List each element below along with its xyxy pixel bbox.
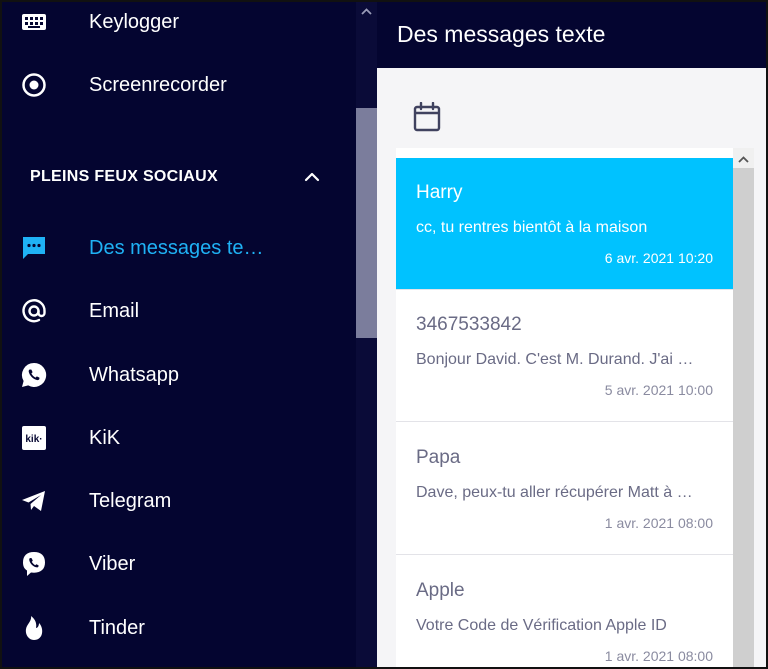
sidebar-item-label: Screenrecorder bbox=[89, 73, 227, 96]
sidebar-item-label: Keylogger bbox=[89, 10, 180, 33]
sidebar-scrollbar[interactable] bbox=[356, 0, 377, 669]
sidebar-item-label: Email bbox=[89, 299, 140, 322]
sidebar-item-viber[interactable]: Viber bbox=[0, 540, 356, 588]
sidebar-item-label: Des messages te… bbox=[89, 236, 264, 259]
scroll-up-icon[interactable] bbox=[360, 4, 373, 15]
sidebar-item-keylogger[interactable]: Keylogger bbox=[0, 0, 356, 46]
message-item[interactable]: Harry cc, tu rentres bientôt à la maison… bbox=[396, 158, 733, 290]
message-sender: 3467533842 bbox=[416, 314, 522, 335]
message-list: Harry cc, tu rentres bientôt à la maison… bbox=[396, 148, 754, 669]
message-item[interactable]: 3467533842 Bonjour David. C'est M. Duran… bbox=[396, 290, 733, 422]
message-icon bbox=[20, 234, 48, 262]
sidebar-item-telegram[interactable]: Telegram bbox=[0, 477, 356, 525]
page-title: Des messages texte bbox=[397, 20, 606, 47]
scroll-up-icon[interactable] bbox=[737, 152, 750, 163]
sidebar-item-kik[interactable]: kik· KiK bbox=[0, 414, 356, 462]
at-icon bbox=[20, 297, 48, 325]
message-date: 1 avr. 2021 08:00 bbox=[604, 515, 713, 531]
calendar-icon[interactable] bbox=[413, 101, 441, 132]
sidebar-item-label: KiK bbox=[89, 426, 121, 449]
svg-text:kik·: kik· bbox=[25, 434, 42, 445]
sidebar: Keylogger Screenrecorder PLEINS FEUX SOC… bbox=[0, 0, 356, 669]
section-title: PLEINS FEUX SOCIAUX bbox=[30, 168, 218, 185]
message-date: 1 avr. 2021 08:00 bbox=[604, 648, 713, 664]
message-item[interactable]: Papa Dave, peux-tu aller récupérer Matt … bbox=[396, 423, 733, 555]
message-sender: Apple bbox=[416, 580, 465, 601]
whatsapp-icon bbox=[20, 361, 48, 389]
sidebar-item-label: Telegram bbox=[89, 489, 172, 512]
message-sender: Harry bbox=[416, 182, 463, 203]
main-header: Des messages texte bbox=[377, 0, 768, 68]
message-preview: Dave, peux-tu aller récupérer Matt à … bbox=[416, 484, 693, 501]
scrollbar-thumb[interactable] bbox=[356, 108, 377, 338]
message-item[interactable]: Apple Votre Code de Vérification Apple I… bbox=[396, 556, 733, 669]
sidebar-item-label: Whatsapp bbox=[89, 363, 180, 386]
message-preview: cc, tu rentres bientôt à la maison bbox=[416, 219, 648, 236]
message-sender: Papa bbox=[416, 447, 461, 468]
sidebar-item-tinder[interactable]: Tinder bbox=[0, 604, 356, 652]
section-header-social[interactable]: PLEINS FEUX SOCIAUX bbox=[30, 163, 330, 191]
message-preview: Votre Code de Vérification Apple ID bbox=[416, 617, 667, 634]
message-date: 6 avr. 2021 10:20 bbox=[604, 250, 713, 266]
flame-icon bbox=[20, 614, 48, 642]
record-icon bbox=[20, 71, 48, 99]
kik-icon: kik· bbox=[20, 424, 48, 452]
message-preview: Bonjour David. C'est M. Durand. J'ai … bbox=[416, 351, 694, 368]
keyboard-icon bbox=[20, 8, 48, 36]
message-list-scrollbar[interactable] bbox=[733, 148, 754, 669]
telegram-icon bbox=[20, 487, 48, 515]
sidebar-item-label: Viber bbox=[89, 552, 136, 575]
chevron-up-icon[interactable] bbox=[302, 167, 322, 187]
sidebar-item-whatsapp[interactable]: Whatsapp bbox=[0, 351, 356, 399]
message-date: 5 avr. 2021 10:00 bbox=[604, 382, 713, 398]
sidebar-item-messages[interactable]: Des messages te… bbox=[0, 224, 356, 272]
sidebar-item-screenrecorder[interactable]: Screenrecorder bbox=[0, 61, 356, 109]
sidebar-item-label: Tinder bbox=[89, 616, 145, 639]
viber-icon bbox=[20, 550, 48, 578]
sidebar-item-email[interactable]: Email bbox=[0, 287, 356, 335]
